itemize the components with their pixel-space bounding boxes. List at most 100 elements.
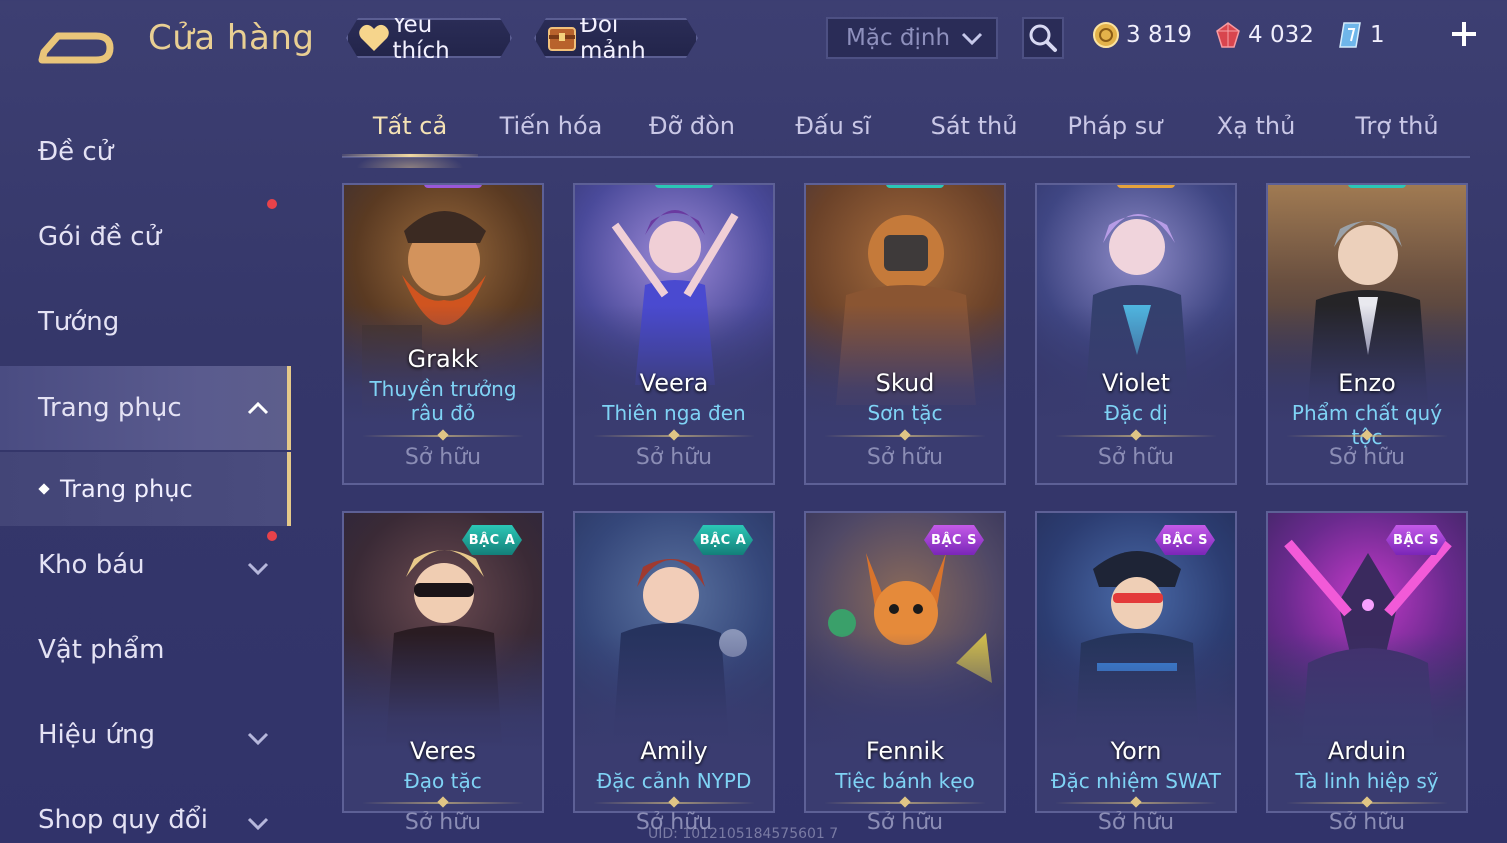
card-accent	[1348, 185, 1406, 188]
sidebar-item-recommended[interactable]: Đề cử	[0, 110, 286, 194]
exchange-label: Đổi mảnh	[580, 12, 646, 64]
divider-ornament-icon	[437, 429, 449, 441]
gold-amount: 3 819	[1126, 22, 1192, 48]
owned-status: Sở hữu	[404, 810, 482, 835]
tab-marksman[interactable]: Xạ thủ	[1188, 112, 1324, 156]
skin-card[interactable]: Veera Thiên nga đen Sở hữu	[573, 183, 775, 485]
card-accent	[655, 185, 713, 188]
skin-name: Thiên nga đen	[602, 401, 746, 425]
owned-status: Sở hữu	[1097, 445, 1175, 470]
tier-label: BẬC S	[1393, 532, 1439, 548]
tier-badge: BẬC S	[924, 525, 984, 555]
tab-fighter[interactable]: Đấu sĩ	[765, 112, 901, 156]
tier-label: BẬC A	[699, 532, 747, 548]
owned-status: Sở hữu	[1328, 810, 1406, 835]
sidebar-item-items[interactable]: Vật phẩm	[0, 608, 286, 692]
hero-name: Arduin	[1327, 737, 1407, 765]
skin-card[interactable]: BẬC A Amily Đặc cảnh NYPD	[573, 511, 775, 813]
skin-card[interactable]: BẬC A Veres Đạo tặc	[342, 511, 544, 813]
divider-ornament-icon	[899, 796, 911, 808]
divider-ornament-icon	[668, 429, 680, 441]
notification-dot	[267, 531, 277, 541]
skin-card[interactable]: BẬC S Fennik Tiệc bánh kẹo	[804, 511, 1006, 813]
hero-name: Grakk	[407, 345, 479, 373]
skin-card[interactable]: Skud Sơn tặc Sở hữu	[804, 183, 1006, 485]
chevron-down-icon	[246, 555, 270, 585]
add-currency-button[interactable]	[1448, 18, 1480, 50]
tab-assassin[interactable]: Sát thủ	[906, 112, 1042, 156]
sidebar-item-label: Gói đề cử	[38, 222, 162, 252]
chest-icon	[546, 21, 578, 55]
sidebar-item-heroes[interactable]: Tướng	[0, 280, 286, 364]
tab-label: Pháp sư	[1067, 112, 1163, 140]
divider-ornament-icon	[668, 796, 680, 808]
back-button[interactable]	[38, 22, 116, 64]
tab-label: Đấu sĩ	[795, 112, 871, 140]
skin-card[interactable]: BẬC S Arduin Tà linh hiệp sỹ	[1266, 511, 1468, 813]
sidebar-item-label: Shop quy đổi	[38, 805, 208, 835]
sidebar-item-effects[interactable]: Hiệu ứng	[0, 693, 286, 777]
artwork-fade	[1268, 633, 1466, 753]
back-arrow-icon	[38, 32, 114, 64]
hero-name: Skud	[875, 369, 935, 397]
heart-icon	[358, 21, 390, 55]
tab-support[interactable]: Trợ thủ	[1329, 112, 1465, 156]
tier-label: BẬC S	[1162, 532, 1208, 548]
skin-name: Đặc nhiệm SWAT	[1051, 769, 1221, 793]
role-tabs: Tất cả Tiến hóa Đỡ đòn Đấu sĩ Sát thủ Ph…	[342, 100, 1470, 168]
owned-status: Sở hữu	[866, 445, 944, 470]
tab-evolution[interactable]: Tiến hóa	[483, 112, 619, 156]
sidebar-item-exchange-shop[interactable]: Shop quy đổi	[0, 778, 286, 843]
sidebar-subitem-skins[interactable]: Trang phục	[0, 452, 291, 526]
divider-ornament-icon	[1361, 796, 1373, 808]
skin-card[interactable]: Violet Đặc dị Sở hữu	[1035, 183, 1237, 485]
skin-name: Đặc cảnh NYPD	[596, 769, 752, 793]
divider-ornament-icon	[1130, 429, 1142, 441]
owned-status: Sở hữu	[635, 445, 713, 470]
skin-card[interactable]: Enzo Phẩm chất quý tộc Sở hữu	[1266, 183, 1468, 485]
sidebar-item-bundles[interactable]: Gói đề cử	[0, 195, 286, 279]
notification-dot	[267, 199, 277, 209]
tab-label: Sát thủ	[930, 112, 1018, 140]
hero-name: Enzo	[1338, 369, 1396, 397]
tab-mage[interactable]: Pháp sư	[1047, 112, 1183, 156]
tier-label: BẬC S	[931, 532, 977, 548]
user-id-watermark: UID: 1012105184575601 7	[648, 826, 839, 842]
ruby-balance: 4 032	[1214, 20, 1314, 50]
gold-balance: 3 819	[1092, 20, 1192, 50]
artwork-fade	[344, 633, 542, 753]
skin-name: Tiệc bánh kẹo	[835, 769, 975, 793]
skin-card[interactable]: Grakk Thuyền trưởng râu đỏ Sở hữu	[342, 183, 544, 485]
active-tab-underline	[342, 154, 478, 157]
sidebar: Đề cử Gói đề cử Tướng Trang phục Trang p…	[0, 100, 292, 843]
favorites-button[interactable]: Yêu thích	[346, 18, 512, 58]
tab-label: Đỡ đòn	[648, 112, 736, 140]
exchange-shards-button[interactable]: Đổi mảnh	[534, 18, 698, 58]
tab-all[interactable]: Tất cả	[342, 112, 478, 168]
sidebar-item-label: Vật phẩm	[38, 635, 165, 665]
tab-label: Tất cả	[372, 112, 448, 140]
ruby-amount: 4 032	[1248, 22, 1314, 48]
sidebar-subitem-label: Trang phục	[60, 475, 193, 503]
divider-ornament-icon	[1130, 796, 1142, 808]
tier-badge: BẬC A	[462, 525, 522, 555]
chevron-down-icon	[960, 28, 984, 54]
sidebar-item-label: Đề cử	[38, 137, 114, 167]
hero-name: Violet	[1101, 369, 1171, 397]
tier-badge: BẬC S	[1386, 525, 1446, 555]
search-icon	[1029, 24, 1057, 52]
skin-card[interactable]: BẬC S Yorn Đặc nhiệm SWAT	[1035, 511, 1237, 813]
sidebar-item-label: Hiệu ứng	[38, 720, 155, 750]
skin-name: Đạo tặc	[404, 769, 482, 793]
sidebar-item-skins[interactable]: Trang phục	[0, 366, 291, 450]
tab-label: Xạ thủ	[1216, 112, 1296, 140]
divider-ornament-icon	[437, 796, 449, 808]
sidebar-item-treasure[interactable]: Kho báu	[0, 523, 286, 607]
search-button[interactable]	[1022, 17, 1064, 59]
tier-badge: BẬC S	[1155, 525, 1215, 555]
tab-tank[interactable]: Đỡ đòn	[624, 112, 760, 156]
sidebar-item-label: Tướng	[38, 307, 120, 337]
sort-dropdown[interactable]: Mặc định	[826, 17, 998, 59]
owned-status: Sở hữu	[1097, 810, 1175, 835]
ruby-gem-icon	[1214, 21, 1242, 49]
